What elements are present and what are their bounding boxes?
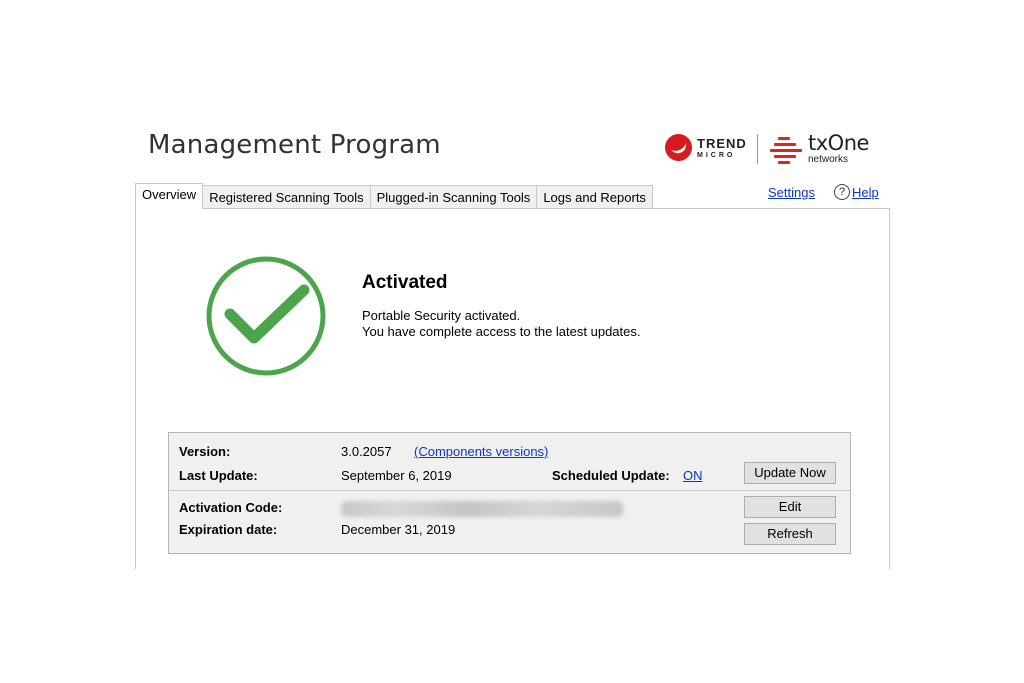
license-info-box: Version: 3.0.2057 (Components versions) …	[168, 432, 851, 554]
trend-logo-word-top: TREND	[697, 135, 747, 151]
edit-button[interactable]: Edit	[744, 496, 836, 518]
activation-code-value-redacted	[341, 501, 623, 517]
version-value: 3.0.2057	[341, 444, 392, 459]
last-update-label: Last Update:	[179, 468, 258, 483]
status-title: Activated	[362, 272, 448, 293]
app-window: Management Program TREND MICRO txOne net…	[0, 0, 1024, 683]
expiration-date-label: Expiration date:	[179, 522, 278, 537]
info-separator	[169, 490, 850, 491]
help-link[interactable]: Help	[852, 185, 879, 200]
app-title: Management Program	[148, 130, 441, 160]
txone-logo: txOne networks	[768, 133, 869, 165]
help-icon[interactable]: ?	[834, 184, 850, 200]
txone-logo-word-bottom: networks	[808, 154, 849, 165]
txone-mark-icon	[768, 134, 804, 164]
tab-registered-scanning-tools[interactable]: Registered Scanning Tools	[202, 185, 371, 209]
scheduled-update-label: Scheduled Update:	[552, 468, 670, 483]
check-circle-icon	[206, 256, 326, 376]
activation-code-label: Activation Code:	[179, 500, 283, 515]
settings-link[interactable]: Settings	[768, 185, 815, 200]
trend-micro-logo: TREND MICRO	[665, 134, 747, 161]
trend-micro-ball-icon	[665, 134, 692, 161]
last-update-value: September 6, 2019	[341, 468, 452, 483]
tab-logs-and-reports[interactable]: Logs and Reports	[536, 185, 653, 209]
scheduled-update-toggle-link[interactable]: ON	[683, 468, 703, 483]
txone-logo-word-top: txOne	[808, 131, 869, 155]
refresh-button[interactable]: Refresh	[744, 523, 836, 545]
version-label: Version:	[179, 444, 231, 459]
tab-overview[interactable]: Overview	[135, 183, 204, 209]
components-versions-link[interactable]: (Components versions)	[414, 444, 548, 459]
tab-plugged-in-scanning-tools[interactable]: Plugged-in Scanning Tools	[369, 185, 538, 209]
trend-logo-word-bottom: MICRO	[697, 151, 736, 159]
status-message-2: You have complete access to the latest u…	[362, 324, 641, 339]
logo-divider	[757, 134, 758, 164]
status-message-1: Portable Security activated.	[362, 308, 521, 323]
update-now-button[interactable]: Update Now	[744, 462, 836, 484]
expiration-date-value: December 31, 2019	[341, 522, 456, 537]
tab-bar: Overview Registered Scanning Tools Plugg…	[135, 183, 653, 209]
